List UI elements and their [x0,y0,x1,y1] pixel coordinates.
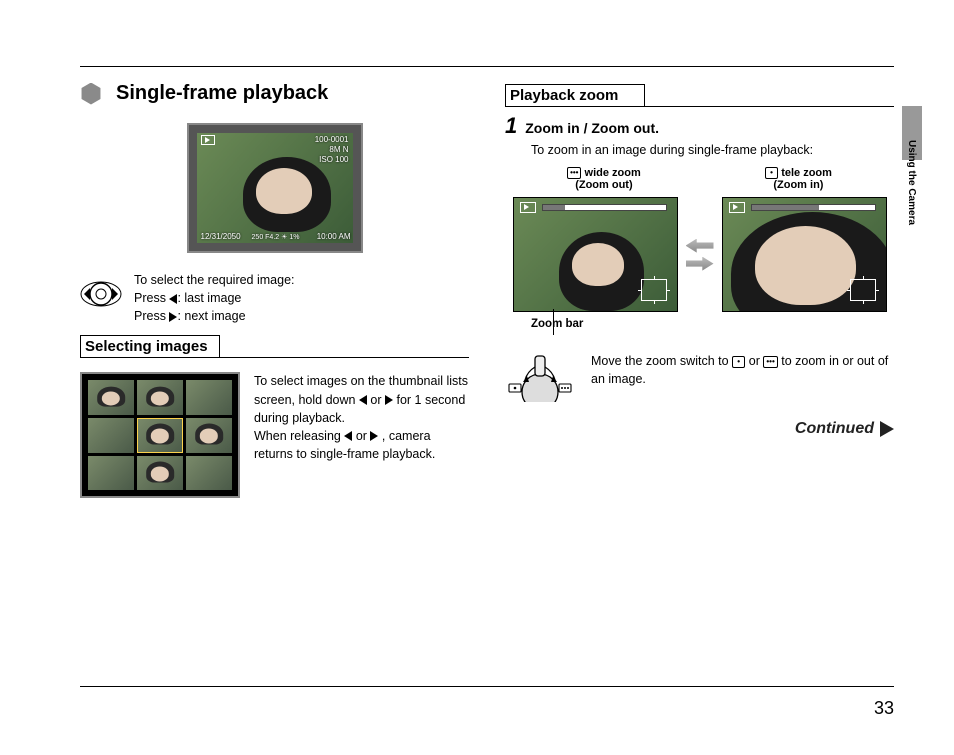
camera-display: 100-0001 8M N ISO 100 12/31/2050 10:00 A… [187,123,363,253]
triangle-left-icon [344,431,352,441]
zoom-bar-caption: Zoom bar [531,318,894,330]
zoom-bar [542,204,667,211]
zoom-in-preview [722,197,887,312]
section-playback-zoom: Playback zoom [505,84,894,107]
arrow-left-icon [686,239,714,253]
right-column: Playback zoom 1 Zoom in / Zoom out. To z… [505,70,894,498]
section-selecting: Selecting images [80,335,469,358]
heading-single-frame: Single-frame playback [80,82,469,105]
page-number: 33 [874,698,894,719]
zoom-arrows [686,239,714,271]
arrow-right-icon [686,257,714,271]
play-mode-icon [201,135,215,145]
zoom-bar [751,204,876,211]
dpad-icon [80,273,122,315]
zoom-out-preview [513,197,678,312]
side-tab-label: Using the Camera [906,140,917,225]
display-exposure: 250 F4.2 ☀ 1% [201,233,351,241]
hex-bullet-icon [80,83,102,105]
play-mode-icon [729,202,745,213]
tele-zoom-icon: • [732,356,745,368]
continued-arrow-icon [880,421,894,437]
left-column: Single-frame playback 100-0001 8M N ISO … [80,70,469,498]
triangle-right-icon [385,395,393,405]
wide-zoom-label: ••• wide zoom (Zoom out) [567,167,641,191]
wide-zoom-icon: ••• [567,167,581,179]
step-description: To zoom in an image during single-frame … [531,143,894,157]
zoom-frame-icon [641,279,667,301]
play-mode-icon [520,202,536,213]
continued-label: Continued [505,420,894,438]
zoom-switch-icon [505,352,575,402]
press-text: Press [134,291,169,305]
triangle-left-icon [359,395,367,405]
thumbnail-grid [80,372,240,498]
step-number: 1 [505,113,517,139]
heading-text: Single-frame playback [116,82,328,105]
zoom-frame-icon [850,279,876,301]
zoom-switch-text: Move the zoom switch to • or ••• to zoom… [591,352,894,388]
thumbnail-instructions: To select images on the thumbnail lists … [254,372,469,463]
wide-zoom-icon: ••• [763,356,777,368]
select-instructions: To select the required image: Press : la… [134,271,295,325]
triangle-right-icon [370,431,378,441]
step-title: Zoom in / Zoom out. [525,120,659,136]
tele-zoom-icon: • [765,167,778,179]
display-info-top: 100-0001 8M N ISO 100 [315,135,349,165]
tele-zoom-label: • tele zoom (Zoom in) [765,167,832,191]
